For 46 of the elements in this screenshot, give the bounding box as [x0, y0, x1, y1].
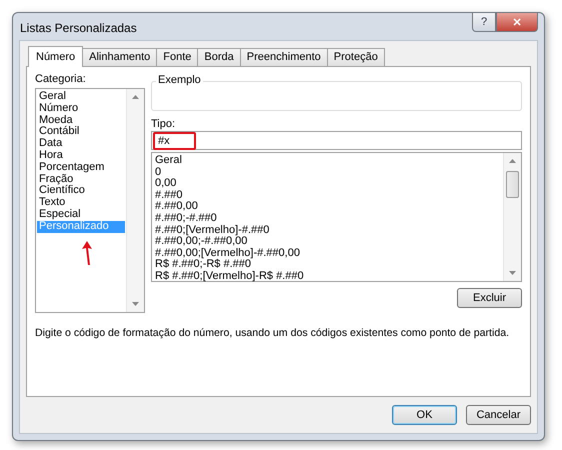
- list-item[interactable]: Porcentagem: [37, 162, 125, 174]
- tab[interactable]: Alinhamento: [82, 48, 158, 66]
- help-button[interactable]: ?: [472, 13, 496, 32]
- list-item[interactable]: Geral: [37, 91, 125, 103]
- scroll-down-icon[interactable]: [509, 271, 516, 275]
- list-item[interactable]: Especial: [37, 208, 125, 221]
- scroll-thumb[interactable]: [506, 171, 519, 198]
- list-item[interactable]: Fração: [37, 174, 125, 186]
- list-item[interactable]: Texto: [37, 197, 125, 209]
- scrollbar[interactable]: [126, 89, 144, 312]
- type-input-field[interactable]: #x: [151, 131, 522, 150]
- scroll-up-icon[interactable]: [132, 95, 139, 99]
- list-item[interactable]: #.##0: [153, 190, 502, 202]
- list-item[interactable]: 0: [153, 166, 502, 178]
- tab[interactable]: Proteção: [326, 48, 385, 66]
- list-item[interactable]: #.##0,00;-#.##0,00: [153, 236, 502, 248]
- group-label: Exemplo: [156, 74, 203, 86]
- scroll-down-icon[interactable]: [132, 302, 139, 306]
- description-text: Digite o código de formatação do número, usando um dos códigos existentes como ponto de partida.: [35, 326, 510, 340]
- scroll-up-icon[interactable]: [509, 159, 516, 163]
- list-item[interactable]: 0,00: [153, 178, 502, 190]
- dialog-button[interactable]: OK: [392, 405, 457, 425]
- list-item[interactable]: Data: [37, 138, 125, 150]
- list-item[interactable]: #.##0,00;[Vermelho]-#.##0,00: [153, 248, 502, 260]
- list-item[interactable]: Número: [37, 102, 125, 115]
- tab[interactable]: Fonte: [156, 48, 198, 66]
- delete-button[interactable]: Excluir: [457, 288, 522, 308]
- window-title: Listas Personalizadas: [20, 21, 137, 35]
- list-item[interactable]: #.##0;-#.##0: [153, 212, 502, 225]
- list-item[interactable]: #.##0,00: [153, 201, 502, 213]
- list-item[interactable]: Moeda: [37, 114, 125, 126]
- list-item[interactable]: Científico: [37, 185, 125, 198]
- tab[interactable]: Número: [28, 46, 84, 67]
- list-item[interactable]: R$ #.##0;[Vermelho]-R$ #.##0: [153, 270, 502, 283]
- scrollbar[interactable]: [503, 153, 521, 281]
- list-item[interactable]: R$ #.##0;-R$ #.##0: [153, 259, 502, 271]
- list-item[interactable]: Hora: [37, 150, 125, 162]
- tab[interactable]: Preenchimento: [240, 48, 328, 66]
- list-item[interactable]: Contábil: [37, 126, 125, 138]
- list-item[interactable]: Geral: [153, 155, 502, 167]
- highlight-box: #x: [153, 132, 196, 150]
- tab[interactable]: Borda: [197, 48, 241, 66]
- field-label: Categoria:: [35, 73, 87, 86]
- list-item[interactable]: #.##0;[Vermelho]-#.##0: [153, 224, 502, 236]
- field-label: Tipo:: [151, 118, 176, 131]
- dialog-button[interactable]: Cancelar: [466, 405, 531, 425]
